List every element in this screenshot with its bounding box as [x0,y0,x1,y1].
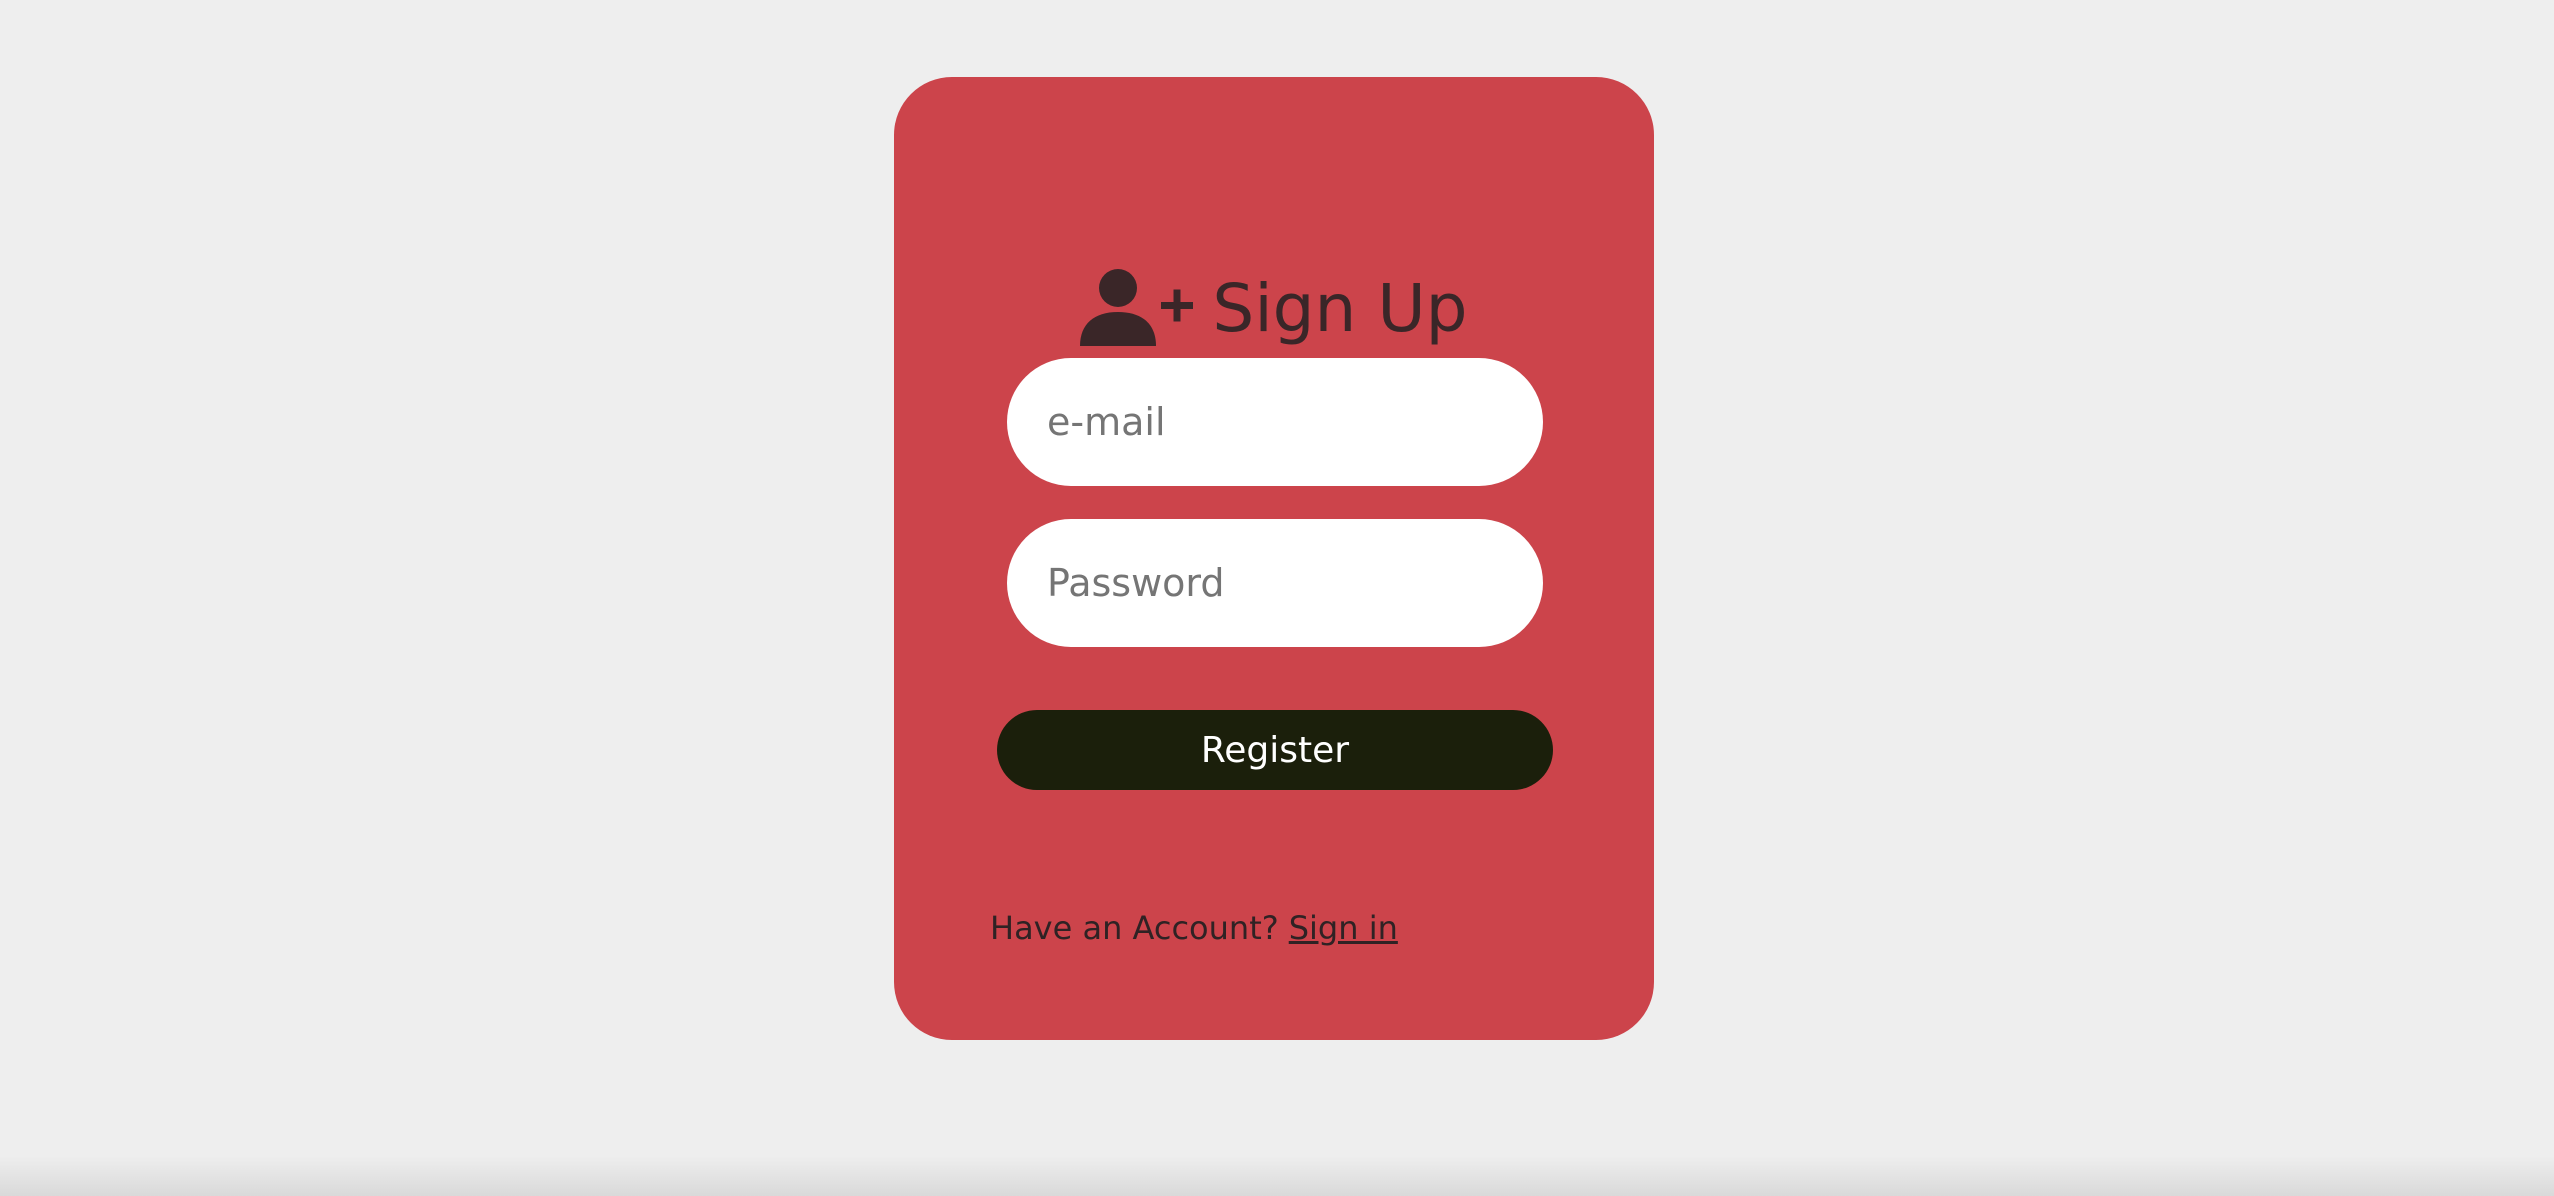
password-field-placeholder: Password [1047,561,1225,605]
signin-link[interactable]: Sign in [1289,909,1398,947]
register-button[interactable]: Register [997,710,1553,790]
password-field[interactable]: Password [1007,519,1543,647]
email-field-placeholder: e-mail [1047,400,1166,444]
signup-card: Sign Up e-mail Password Register Have an… [894,77,1654,1040]
signin-prompt: Have an Account? Sign in [990,903,1398,953]
page-title: Sign Up [1212,270,1468,347]
signin-prompt-label: Have an Account? [990,909,1279,947]
signup-header: Sign Up [894,264,1654,354]
bottom-shadow [0,1156,2554,1196]
user-plus-icon [1080,268,1198,350]
email-field[interactable]: e-mail [1007,358,1543,486]
